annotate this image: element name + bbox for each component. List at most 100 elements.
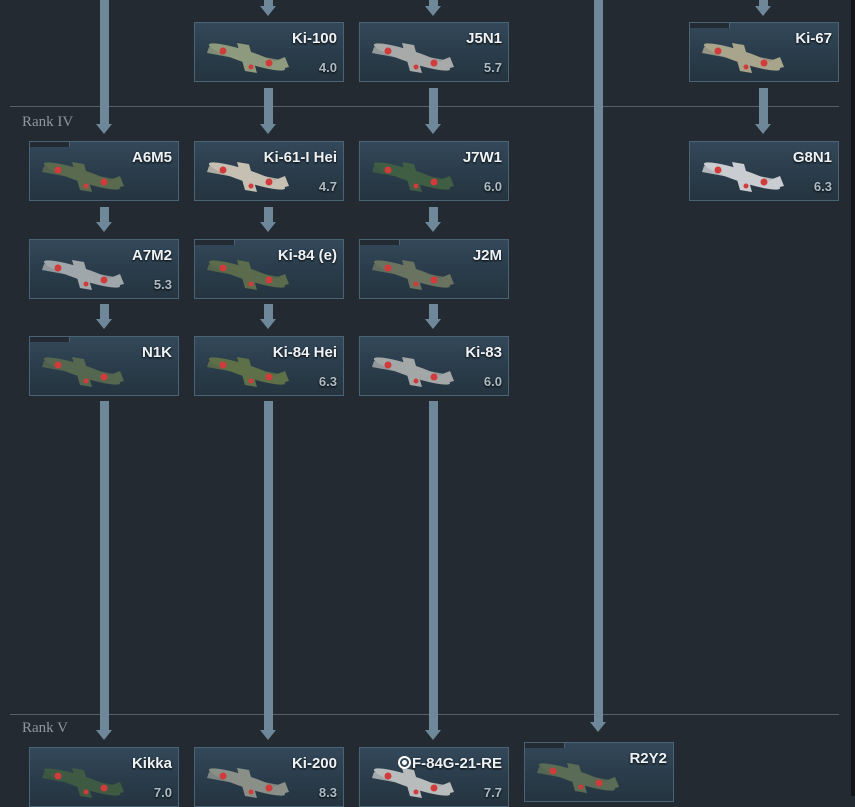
vehicle-name-text: R2Y2: [629, 750, 667, 767]
connector-line: [429, 401, 438, 730]
vehicle-card[interactable]: Kikka 7.0: [29, 747, 179, 807]
vehicle-name-text: Ki-84 Hei: [272, 344, 337, 361]
connector-line: [264, 401, 273, 730]
vehicle-group-card[interactable]: N1K: [29, 336, 179, 396]
arrow-down-icon: [96, 730, 112, 740]
vehicle-name: G8N1: [793, 149, 832, 166]
target-icon: [397, 756, 411, 769]
rank-separator: [10, 714, 839, 715]
battle-rating: 6.3: [813, 179, 832, 194]
vehicle-card[interactable]: J7W1 6.0: [359, 141, 509, 201]
arrow-down-icon: [425, 319, 441, 329]
aircraft-thumbnail-icon: [207, 43, 289, 73]
aircraft-thumbnail-icon: [42, 768, 124, 798]
vehicle-name: N1K: [142, 344, 172, 361]
battle-rating: 6.0: [483, 179, 502, 194]
aircraft-thumbnail-icon: [372, 260, 454, 290]
vehicle-card[interactable]: Ki-100 4.0: [194, 22, 344, 82]
vehicle-name-text: N1K: [141, 344, 172, 361]
connector-line: [594, 0, 603, 722]
battle-rating: 4.7: [318, 179, 337, 194]
aircraft-thumbnail-icon: [537, 763, 619, 793]
aircraft-thumbnail-icon: [702, 162, 784, 192]
vehicle-name: R2Y2: [629, 750, 667, 767]
connector-line: [264, 304, 273, 319]
vehicle-name: Ki-83: [465, 344, 502, 361]
battle-rating: 6.3: [318, 374, 337, 389]
connector-line: [429, 88, 438, 124]
vehicle-name-text: F-84G-21-RE: [411, 755, 502, 772]
vehicle-card[interactable]: Ki-61-I Hei 4.7: [194, 141, 344, 201]
arrow-down-icon: [96, 319, 112, 329]
vehicle-name-text: Ki-84 (e): [277, 247, 337, 264]
aircraft-thumbnail-icon: [702, 43, 784, 73]
battle-rating: 7.7: [483, 785, 502, 800]
vehicle-name-text: Ki-61-I Hei: [263, 149, 337, 166]
vehicle-name: Ki-100: [292, 30, 337, 47]
aircraft-thumbnail-icon: [372, 162, 454, 192]
aircraft-thumbnail-icon: [42, 260, 124, 290]
arrow-down-icon: [425, 730, 441, 740]
vehicle-card[interactable]: Ki-83 6.0: [359, 336, 509, 396]
vehicle-name-text: A7M2: [131, 247, 172, 264]
vehicle-name: Kikka: [132, 755, 172, 772]
arrow-down-icon: [755, 124, 771, 134]
vehicle-name-text: Ki-100: [291, 30, 337, 47]
vehicle-name: Ki-84 Hei: [273, 344, 337, 361]
vehicle-name: A7M2: [132, 247, 172, 264]
vehicle-name: J7W1: [463, 149, 502, 166]
vehicle-name: Ki-84 (e): [278, 247, 337, 264]
vehicle-name: Ki-61-I Hei: [264, 149, 337, 166]
rank-label-iv: Rank IV: [22, 114, 74, 130]
arrow-down-icon: [260, 730, 276, 740]
vehicle-group-card[interactable]: J2M: [359, 239, 509, 299]
vehicle-name-text: J2M: [472, 247, 502, 264]
connector-line: [100, 401, 109, 730]
arrow-down-icon: [260, 6, 276, 16]
arrow-down-icon: [755, 6, 771, 16]
connector-line: [100, 207, 109, 222]
aircraft-thumbnail-icon: [372, 43, 454, 73]
arrow-down-icon: [260, 319, 276, 329]
vehicle-name: F-84G-21-RE: [397, 755, 502, 772]
arrow-down-icon: [96, 222, 112, 232]
vehicle-card[interactable]: Ki-200 8.3: [194, 747, 344, 807]
vehicle-name-text: J5N1: [466, 30, 502, 47]
vehicle-name-text: Ki-83: [465, 344, 502, 361]
vehicle-name-text: G8N1: [792, 149, 832, 166]
battle-rating: 8.3: [318, 785, 337, 800]
rank-label-v: Rank V: [22, 720, 68, 736]
vehicle-name-text: Ki-200: [291, 755, 337, 772]
battle-rating: 7.0: [153, 785, 172, 800]
vehicle-card[interactable]: Ki-84 Hei 6.3: [194, 336, 344, 396]
aircraft-thumbnail-icon: [42, 162, 124, 192]
vehicle-card[interactable]: J5N1 5.7: [359, 22, 509, 82]
vehicle-group-card[interactable]: Ki-84 (e): [194, 239, 344, 299]
arrow-down-icon: [425, 222, 441, 232]
vehicle-name-text: J7W1: [462, 149, 502, 166]
vehicle-group-card[interactable]: Ki-67: [689, 22, 839, 82]
vehicle-card[interactable]: G8N1 6.3: [689, 141, 839, 201]
connector-line: [264, 207, 273, 222]
vehicle-name: Ki-67: [795, 30, 832, 47]
vehicle-name-text: A6M5: [131, 149, 172, 166]
vehicle-group-card[interactable]: A6M5: [29, 141, 179, 201]
vehicle-name: J2M: [473, 247, 502, 264]
aircraft-thumbnail-icon: [42, 357, 124, 387]
connector-line: [100, 0, 109, 124]
connector-line: [429, 304, 438, 319]
vehicle-name-text: Ki-67: [795, 30, 832, 47]
connector-line: [759, 88, 768, 124]
battle-rating: 5.7: [483, 60, 502, 75]
vehicle-card[interactable]: F-84G-21-RE 7.7: [359, 747, 509, 807]
arrow-down-icon: [260, 124, 276, 134]
battle-rating: 5.3: [153, 277, 172, 292]
vehicle-card[interactable]: A7M2 5.3: [29, 239, 179, 299]
vehicle-group-card[interactable]: R2Y2: [524, 742, 674, 802]
vehicle-name: Ki-200: [292, 755, 337, 772]
window-edge: [851, 0, 855, 796]
arrow-down-icon: [425, 124, 441, 134]
connector-line: [100, 304, 109, 319]
rank-separator: [10, 106, 839, 107]
battle-rating: 4.0: [318, 60, 337, 75]
